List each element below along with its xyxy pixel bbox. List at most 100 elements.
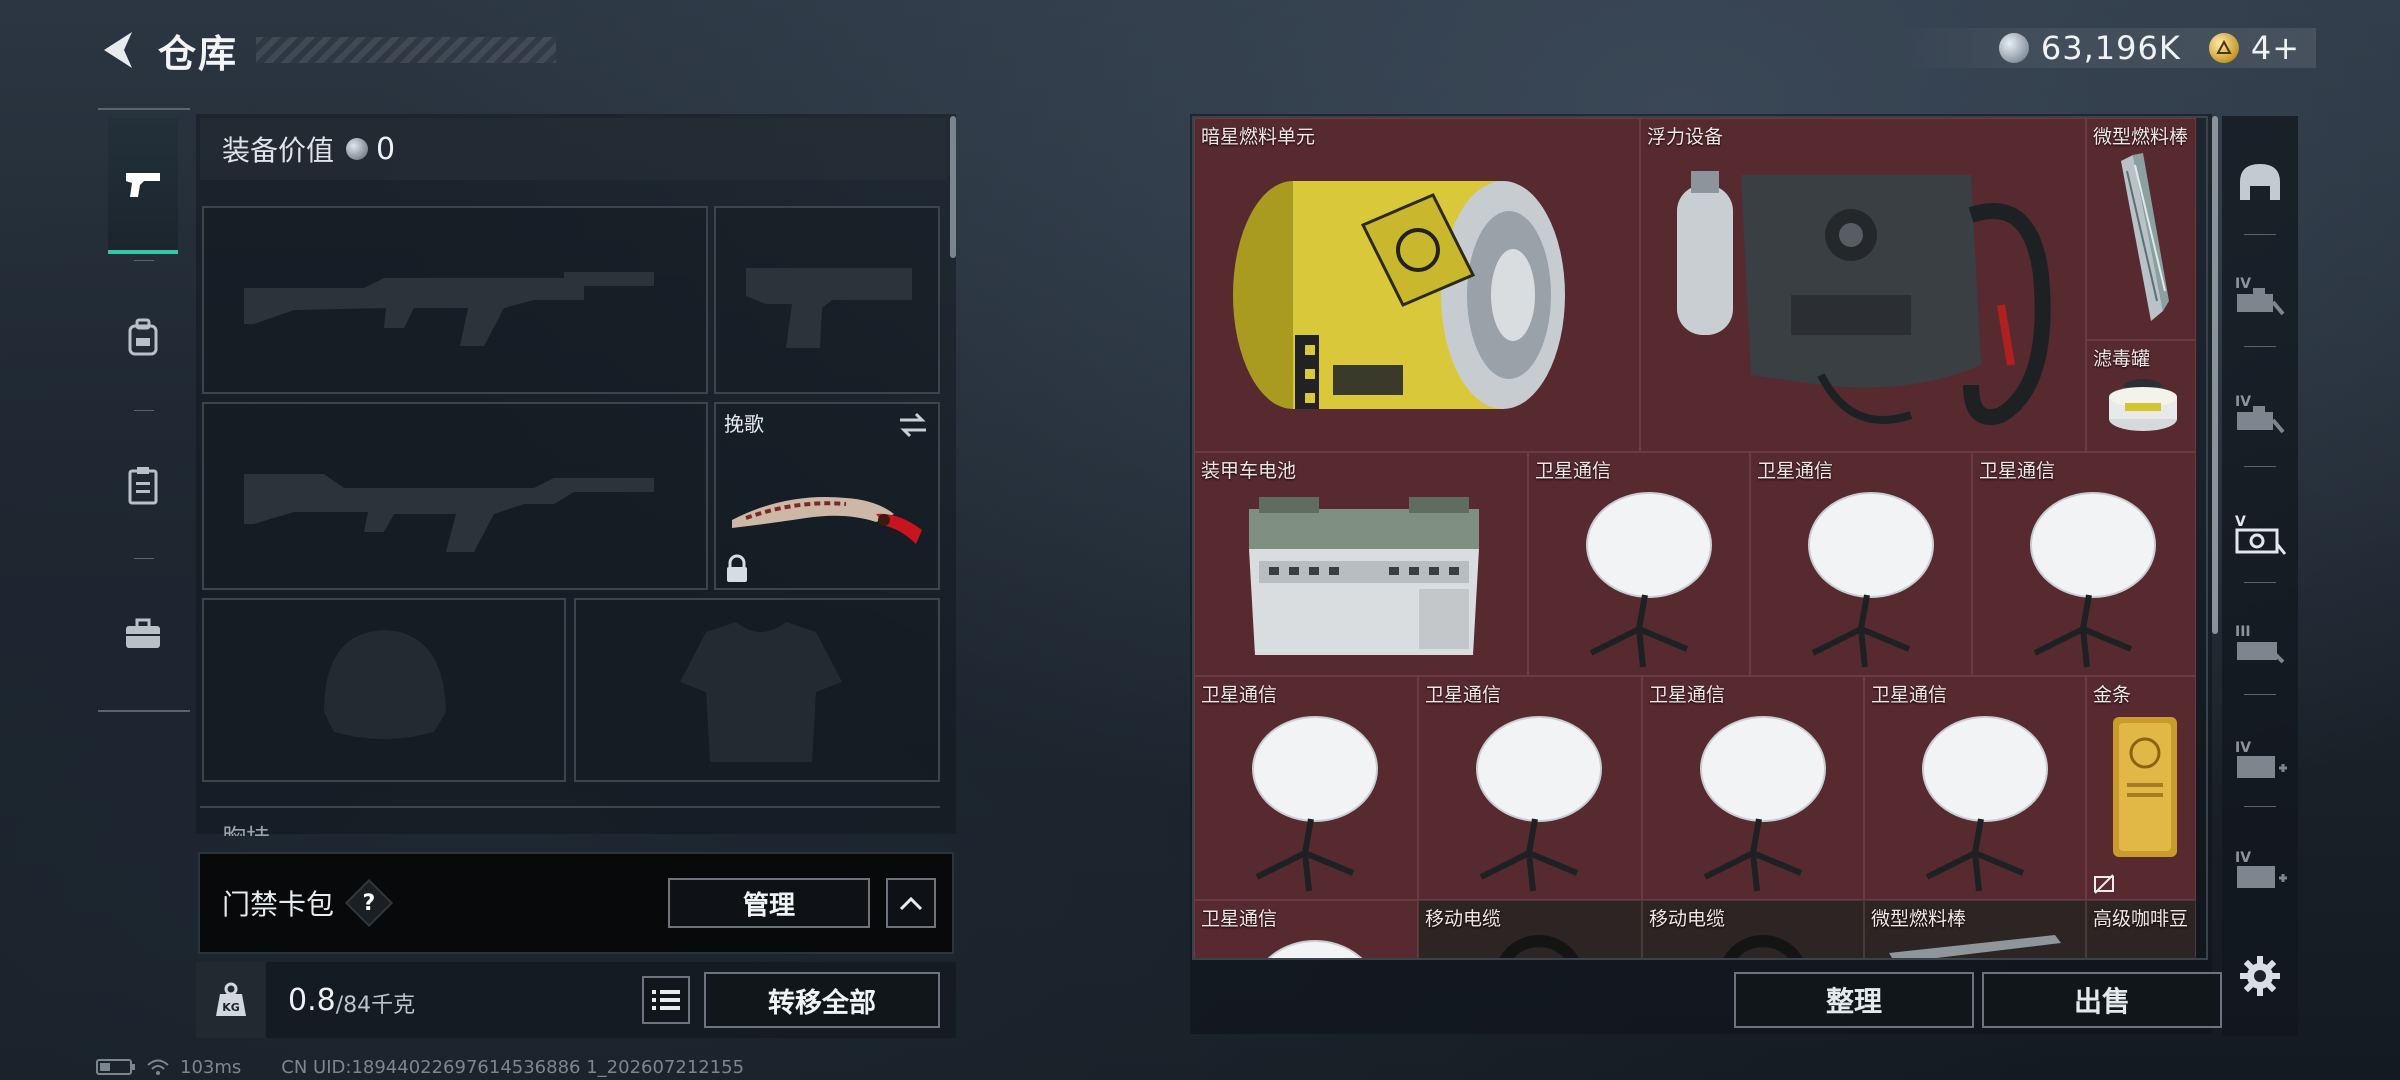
stash-item-satellite-comm[interactable]: 卫星通信 bbox=[1750, 452, 1972, 676]
stash-item-apc-battery[interactable]: 装甲车电池 bbox=[1194, 452, 1528, 676]
buoyancy-device-art bbox=[1677, 171, 2051, 425]
knife-item-icon bbox=[732, 496, 922, 544]
helmet-slot[interactable] bbox=[202, 598, 566, 782]
category-tabs bbox=[98, 108, 190, 712]
stash-item-satellite-comm[interactable]: 卫星通信 bbox=[1418, 676, 1642, 900]
primary-weapon-slot[interactable] bbox=[202, 206, 708, 394]
transfer-all-button[interactable]: 转移全部 bbox=[704, 972, 940, 1028]
stash-item-micro-fuel-rod[interactable]: 微型燃料棒 bbox=[2086, 118, 2196, 340]
melee-slot[interactable]: 挽歌 bbox=[714, 402, 940, 590]
chevron-up-icon bbox=[899, 896, 923, 911]
tab-iv-weapon[interactable]: IV bbox=[2232, 268, 2288, 324]
pistol-slot[interactable] bbox=[714, 206, 940, 394]
svg-text:V: V bbox=[2235, 514, 2246, 530]
item-name: 卫星通信 bbox=[1425, 684, 1502, 706]
cable-art bbox=[1499, 935, 1579, 958]
satellite-dish-art bbox=[1700, 716, 1826, 892]
satellite-dish-art bbox=[1808, 492, 1934, 668]
iv-add-icon: IV bbox=[2235, 740, 2287, 778]
stash-item-premium-coffee[interactable]: 高级咖啡豆 bbox=[2086, 900, 2196, 958]
iv-weapon-icon: IV bbox=[2235, 276, 2285, 316]
secondary-weapon-slot[interactable] bbox=[202, 402, 708, 590]
settings-button[interactable] bbox=[2232, 948, 2288, 1004]
loadout-scrollbar[interactable] bbox=[950, 116, 956, 258]
iii-equipment-icon: III bbox=[2235, 624, 2285, 664]
swap-icon[interactable] bbox=[896, 410, 930, 440]
stash-item-satellite-comm[interactable]: 卫星通信 bbox=[1194, 900, 1418, 958]
tab-iv-weapon-2[interactable]: IV bbox=[2232, 386, 2288, 442]
sell-button[interactable]: 出售 bbox=[1982, 972, 2222, 1028]
stash-item-mobile-cable[interactable]: 移动电缆 bbox=[1418, 900, 1642, 958]
armor-silhouette-icon bbox=[680, 622, 842, 762]
list-view-button[interactable] bbox=[642, 976, 690, 1024]
gold-currency-value: 4+ bbox=[2250, 29, 2300, 67]
title-decoration bbox=[256, 37, 557, 63]
tab-iv-add-2[interactable]: IV bbox=[2232, 842, 2288, 898]
uid-text: CN UID:18944022697614536886 1_2026072121… bbox=[281, 1056, 745, 1078]
lock-icon bbox=[727, 554, 747, 582]
fuel-rod-art bbox=[2121, 153, 2169, 321]
svg-text:IV: IV bbox=[2235, 740, 2251, 756]
tab-v-equipment[interactable]: V bbox=[2232, 506, 2288, 562]
item-name: 微型燃料棒 bbox=[2093, 126, 2189, 148]
item-name: 移动电缆 bbox=[1425, 908, 1502, 930]
chest-rig-row[interactable]: 胸挂 bbox=[200, 806, 940, 836]
page-title: 仓库 bbox=[158, 31, 239, 76]
tab-case[interactable] bbox=[108, 566, 178, 702]
stash-item-buoyancy-device[interactable]: 浮力设备 bbox=[1640, 118, 2086, 452]
gold-coin-icon bbox=[2208, 33, 2239, 63]
item-name: 金条 bbox=[2093, 684, 2132, 706]
tab-weapons[interactable] bbox=[108, 118, 178, 254]
collapse-button[interactable] bbox=[886, 878, 936, 928]
stash-item-mobile-cable[interactable]: 移动电缆 bbox=[1642, 900, 1864, 958]
help-icon[interactable]: ? bbox=[344, 878, 394, 928]
satellite-dish-art bbox=[1476, 716, 1602, 892]
fuel-rod-art bbox=[1889, 935, 2061, 958]
briefcase-icon bbox=[126, 618, 160, 648]
battery-art bbox=[1249, 497, 1479, 655]
stash-item-satellite-comm[interactable]: 卫星通信 bbox=[1194, 676, 1418, 900]
item-name: 卫星通信 bbox=[1201, 684, 1278, 706]
stash-item-satellite-comm[interactable]: 卫星通信 bbox=[1528, 452, 1750, 676]
satellite-dish-art bbox=[2030, 492, 2156, 668]
tab-supplies[interactable] bbox=[108, 418, 178, 554]
item-name: 卫星通信 bbox=[1535, 460, 1612, 482]
cable-art bbox=[1723, 935, 1803, 958]
tab-iii-equipment[interactable]: III bbox=[2232, 616, 2288, 672]
silver-coin-icon bbox=[346, 138, 369, 160]
filter-canister-art bbox=[2109, 379, 2177, 431]
rifle-silhouette-icon bbox=[244, 272, 654, 346]
stash-item-micro-fuel-rod[interactable]: 微型燃料棒 bbox=[1864, 900, 2086, 958]
stash-item-satellite-comm[interactable]: 卫星通信 bbox=[1864, 676, 2086, 900]
body-armor-slot[interactable] bbox=[574, 598, 940, 782]
helmet-icon bbox=[2240, 164, 2280, 200]
item-name: 卫星通信 bbox=[1979, 460, 2056, 482]
header: 仓库 bbox=[96, 22, 557, 78]
stash-item-filter-canister[interactable]: 滤毒罐 bbox=[2086, 340, 2196, 452]
svg-text:III: III bbox=[2235, 624, 2251, 640]
fuel-canister-art bbox=[1233, 181, 1565, 409]
equipment-value-label: 装备价值 bbox=[222, 134, 335, 167]
stash-filter-tabs: IV IV V III IV IV bbox=[2222, 116, 2298, 1036]
equipment-value: 0 bbox=[376, 131, 396, 167]
item-name: 暗星燃料单元 bbox=[1201, 126, 1316, 148]
back-arrow-icon[interactable] bbox=[96, 28, 140, 72]
stash-item-gold-bar[interactable]: 金条 bbox=[2086, 676, 2196, 900]
tab-armor[interactable] bbox=[108, 270, 178, 406]
iv-weapon-icon: IV bbox=[2235, 394, 2285, 434]
stash-item-satellite-comm[interactable]: 卫星通信 bbox=[1972, 452, 2196, 676]
tab-iv-add[interactable]: IV bbox=[2232, 732, 2288, 788]
stash-item-fuel-canister[interactable]: 暗星燃料单元 bbox=[1194, 118, 1640, 452]
tab-all[interactable] bbox=[2232, 154, 2288, 210]
stash-item-satellite-comm[interactable]: 卫星通信 bbox=[1642, 676, 1864, 900]
item-name: 微型燃料棒 bbox=[1871, 908, 1967, 930]
silver-coin-icon bbox=[1998, 33, 2029, 63]
item-name: 高级咖啡豆 bbox=[2093, 908, 2189, 930]
wifi-icon bbox=[147, 1059, 169, 1075]
weight-icon: KG bbox=[196, 962, 266, 1038]
manage-button[interactable]: 管理 bbox=[668, 878, 870, 928]
stash-scrollbar[interactable] bbox=[2212, 116, 2218, 634]
melee-item-name: 挽歌 bbox=[724, 412, 764, 436]
satellite-dish-art bbox=[1586, 492, 1712, 668]
sort-button[interactable]: 整理 bbox=[1734, 972, 1974, 1028]
